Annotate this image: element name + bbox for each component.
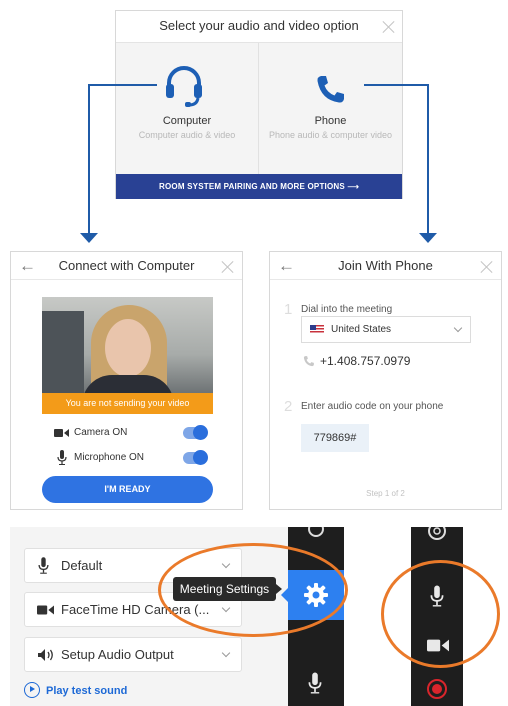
- dialog-title: Select your audio and video option: [159, 18, 359, 33]
- phone-sublabel: Phone audio & computer video: [268, 130, 393, 140]
- phone-audio-option[interactable]: Phone Phone audio & computer video: [259, 43, 402, 175]
- chevron-down-icon: [453, 323, 463, 333]
- camera-toggle[interactable]: [183, 425, 208, 440]
- dialog-title: Join With Phone: [338, 258, 433, 273]
- audio-code: 779869#: [301, 424, 369, 452]
- room-system-pairing-button[interactable]: ROOM SYSTEM PAIRING AND MORE OPTIONS ⟶: [116, 174, 402, 199]
- step-2-text: Enter audio code on your phone: [301, 401, 444, 412]
- record-icon[interactable]: [426, 678, 448, 700]
- headset-icon: [166, 66, 202, 107]
- gear-icon: [308, 527, 324, 537]
- connector-line: [364, 84, 429, 86]
- chevron-down-icon: [221, 648, 231, 658]
- us-flag-icon: [310, 325, 324, 334]
- phone-icon: [317, 76, 344, 103]
- dialog-title: Connect with Computer: [58, 258, 195, 273]
- microphone-icon[interactable]: [308, 672, 322, 694]
- connect-with-computer-dialog: ← Connect with Computer You are not send…: [10, 251, 243, 510]
- step-indicator: Step 1 of 2: [366, 489, 405, 498]
- speaker-icon: [38, 649, 53, 661]
- step-number: 2: [284, 398, 293, 415]
- audio-video-option-dialog: Select your audio and video option Compu…: [115, 10, 403, 199]
- gear-icon[interactable]: [425, 527, 449, 543]
- connector-line: [88, 84, 90, 235]
- video-background: [42, 311, 84, 393]
- divider: [11, 279, 242, 280]
- microphone-icon: [38, 557, 49, 574]
- connector-line: [88, 84, 157, 86]
- video-preview: You are not sending your video: [42, 297, 213, 414]
- camera-label: Camera ON: [74, 427, 128, 438]
- audio-output-label: Setup Audio Output: [61, 647, 174, 662]
- close-icon[interactable]: [383, 21, 395, 33]
- options-area: Computer Computer audio & video Phone Ph…: [116, 42, 402, 175]
- arrow-down-icon: [419, 233, 437, 243]
- computer-label: Computer: [162, 115, 212, 127]
- country-value: United States: [331, 324, 392, 335]
- close-icon[interactable]: [222, 261, 234, 273]
- microphone-device: Default: [61, 558, 103, 573]
- phone-label: Phone: [314, 115, 347, 127]
- join-with-phone-dialog: ← Join With Phone 1 Dial into the meetin…: [269, 251, 502, 510]
- video-status-banner: You are not sending your video: [42, 393, 213, 414]
- divider: [270, 279, 501, 280]
- microphone-label: Microphone ON: [74, 452, 145, 463]
- arrow-down-icon: [80, 233, 98, 243]
- audio-output-select[interactable]: Setup Audio Output: [24, 637, 242, 672]
- step-1-text: Dial into the meeting: [301, 304, 393, 315]
- phone-icon: [303, 356, 314, 367]
- play-icon[interactable]: [24, 682, 40, 698]
- connector-line: [427, 84, 429, 235]
- country-select[interactable]: United States: [301, 316, 471, 343]
- computer-audio-option[interactable]: Computer Computer audio & video: [116, 43, 259, 175]
- highlight-circle: [158, 543, 348, 637]
- step-number: 1: [284, 301, 293, 318]
- im-ready-button[interactable]: I'M READY: [42, 476, 213, 503]
- close-icon[interactable]: [481, 261, 493, 273]
- highlight-circle: [381, 560, 500, 668]
- video-person: [105, 319, 151, 377]
- dial-in-number: +1.408.757.0979: [320, 354, 411, 368]
- play-test-sound-link[interactable]: Play test sound: [46, 685, 127, 697]
- camera-icon: [37, 605, 54, 615]
- computer-sublabel: Computer audio & video: [138, 130, 236, 140]
- camera-icon: [54, 429, 69, 437]
- microphone-toggle[interactable]: [183, 450, 208, 465]
- microphone-icon: [57, 450, 67, 465]
